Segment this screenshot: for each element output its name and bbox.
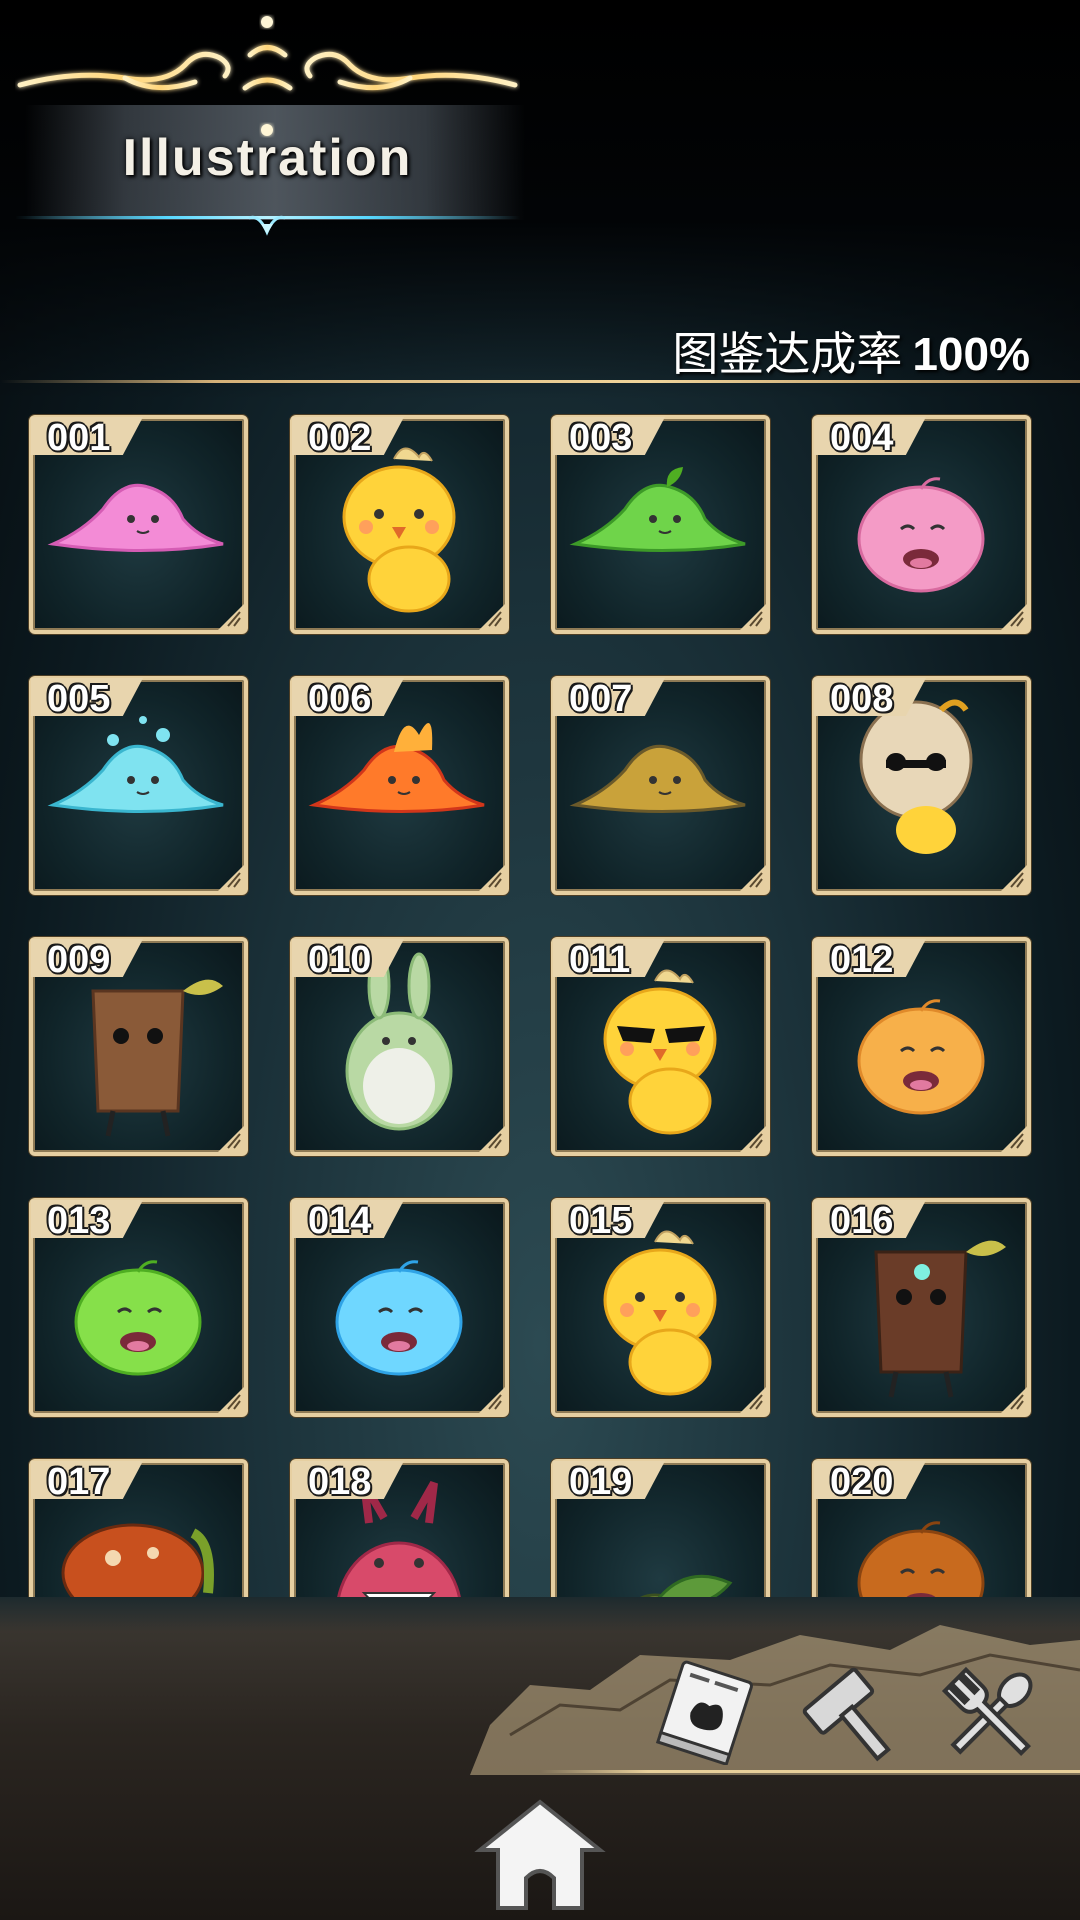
illustration-card[interactable]: 008	[812, 676, 1031, 895]
corner-ornament-icon	[218, 1387, 244, 1413]
spoon-fork-button[interactable]	[935, 1660, 1045, 1770]
corner-ornament-icon	[1001, 1387, 1027, 1413]
card-number: 005	[47, 678, 111, 720]
illustration-card[interactable]: 010	[290, 937, 509, 1156]
corner-ornament-icon	[1001, 865, 1027, 891]
title-banner: Illustration	[15, 10, 525, 236]
illustration-card[interactable]: 009	[29, 937, 248, 1156]
illustration-book-icon	[655, 1660, 754, 1767]
corner-ornament-icon	[479, 604, 505, 630]
card-number: 016	[830, 1200, 894, 1242]
corner-ornament-icon	[740, 1387, 766, 1413]
card-number: 015	[569, 1200, 633, 1242]
illustration-card[interactable]: 015	[551, 1198, 770, 1417]
illustration-card[interactable]: 019	[551, 1459, 770, 1597]
illustration-card[interactable]: 013	[29, 1198, 248, 1417]
corner-ornament-icon	[479, 1387, 505, 1413]
completion-label: 图鉴达成率	[672, 327, 903, 381]
card-number: 007	[569, 678, 633, 720]
card-number: 020	[830, 1461, 894, 1503]
illustration-card[interactable]: 018	[290, 1459, 509, 1597]
card-number: 009	[47, 939, 111, 981]
card-number: 014	[308, 1200, 372, 1242]
page-title: Illustration	[122, 129, 413, 187]
illustration-card[interactable]: 001	[29, 415, 248, 634]
card-number: 018	[308, 1461, 372, 1503]
card-number: 011	[569, 939, 631, 981]
hammer-button[interactable]	[795, 1660, 905, 1770]
completion-value: 100%	[912, 328, 1030, 380]
corner-ornament-icon	[218, 604, 244, 630]
cyan-gem-ornament	[248, 215, 286, 236]
corner-ornament-icon	[1001, 604, 1027, 630]
card-number: 004	[830, 417, 894, 459]
corner-ornament-icon	[479, 865, 505, 891]
gold-scroll-ornament	[17, 16, 518, 136]
illustration-card[interactable]: 020	[812, 1459, 1031, 1597]
completion-rate: 图鉴达成率 100%	[672, 318, 1030, 384]
illustration-card[interactable]: 006	[290, 676, 509, 895]
card-number: 010	[308, 939, 372, 981]
card-number: 013	[47, 1200, 111, 1242]
home-icon	[474, 1799, 606, 1910]
illustration-card[interactable]: 011	[551, 937, 770, 1156]
illustration-card[interactable]: 012	[812, 937, 1031, 1156]
corner-ornament-icon	[218, 865, 244, 891]
illustration-card[interactable]: 007	[551, 676, 770, 895]
illustration-card[interactable]: 005	[29, 676, 248, 895]
illustration-card[interactable]: 002	[290, 415, 509, 634]
card-number: 002	[308, 417, 372, 459]
home-button[interactable]	[470, 1790, 610, 1915]
card-number: 019	[569, 1461, 633, 1503]
illustration-card[interactable]: 014	[290, 1198, 509, 1417]
corner-ornament-icon	[740, 865, 766, 891]
card-number: 006	[308, 678, 372, 720]
illustration-card[interactable]: 004	[812, 415, 1031, 634]
corner-ornament-icon	[740, 604, 766, 630]
corner-ornament-icon	[1001, 1126, 1027, 1152]
illustration-book-button[interactable]	[650, 1655, 760, 1767]
illustration-grid: 001 002 003 004 005 006 007 008 009 010 …	[0, 405, 1080, 1597]
card-number: 003	[569, 417, 633, 459]
corner-ornament-icon	[218, 1126, 244, 1152]
spoon-fork-icon	[941, 1666, 1033, 1757]
corner-ornament-icon	[479, 1126, 505, 1152]
card-number: 012	[830, 939, 894, 981]
hammer-icon	[802, 1667, 891, 1762]
corner-ornament-icon	[740, 1126, 766, 1152]
gold-divider	[0, 380, 1080, 383]
illustration-card[interactable]: 016	[812, 1198, 1031, 1417]
card-number: 008	[830, 678, 894, 720]
illustration-card[interactable]: 003	[551, 415, 770, 634]
card-number: 017	[47, 1461, 111, 1503]
illustration-card[interactable]: 017	[29, 1459, 248, 1597]
bottom-gold-line	[540, 1770, 1080, 1773]
card-number: 001	[47, 417, 111, 459]
